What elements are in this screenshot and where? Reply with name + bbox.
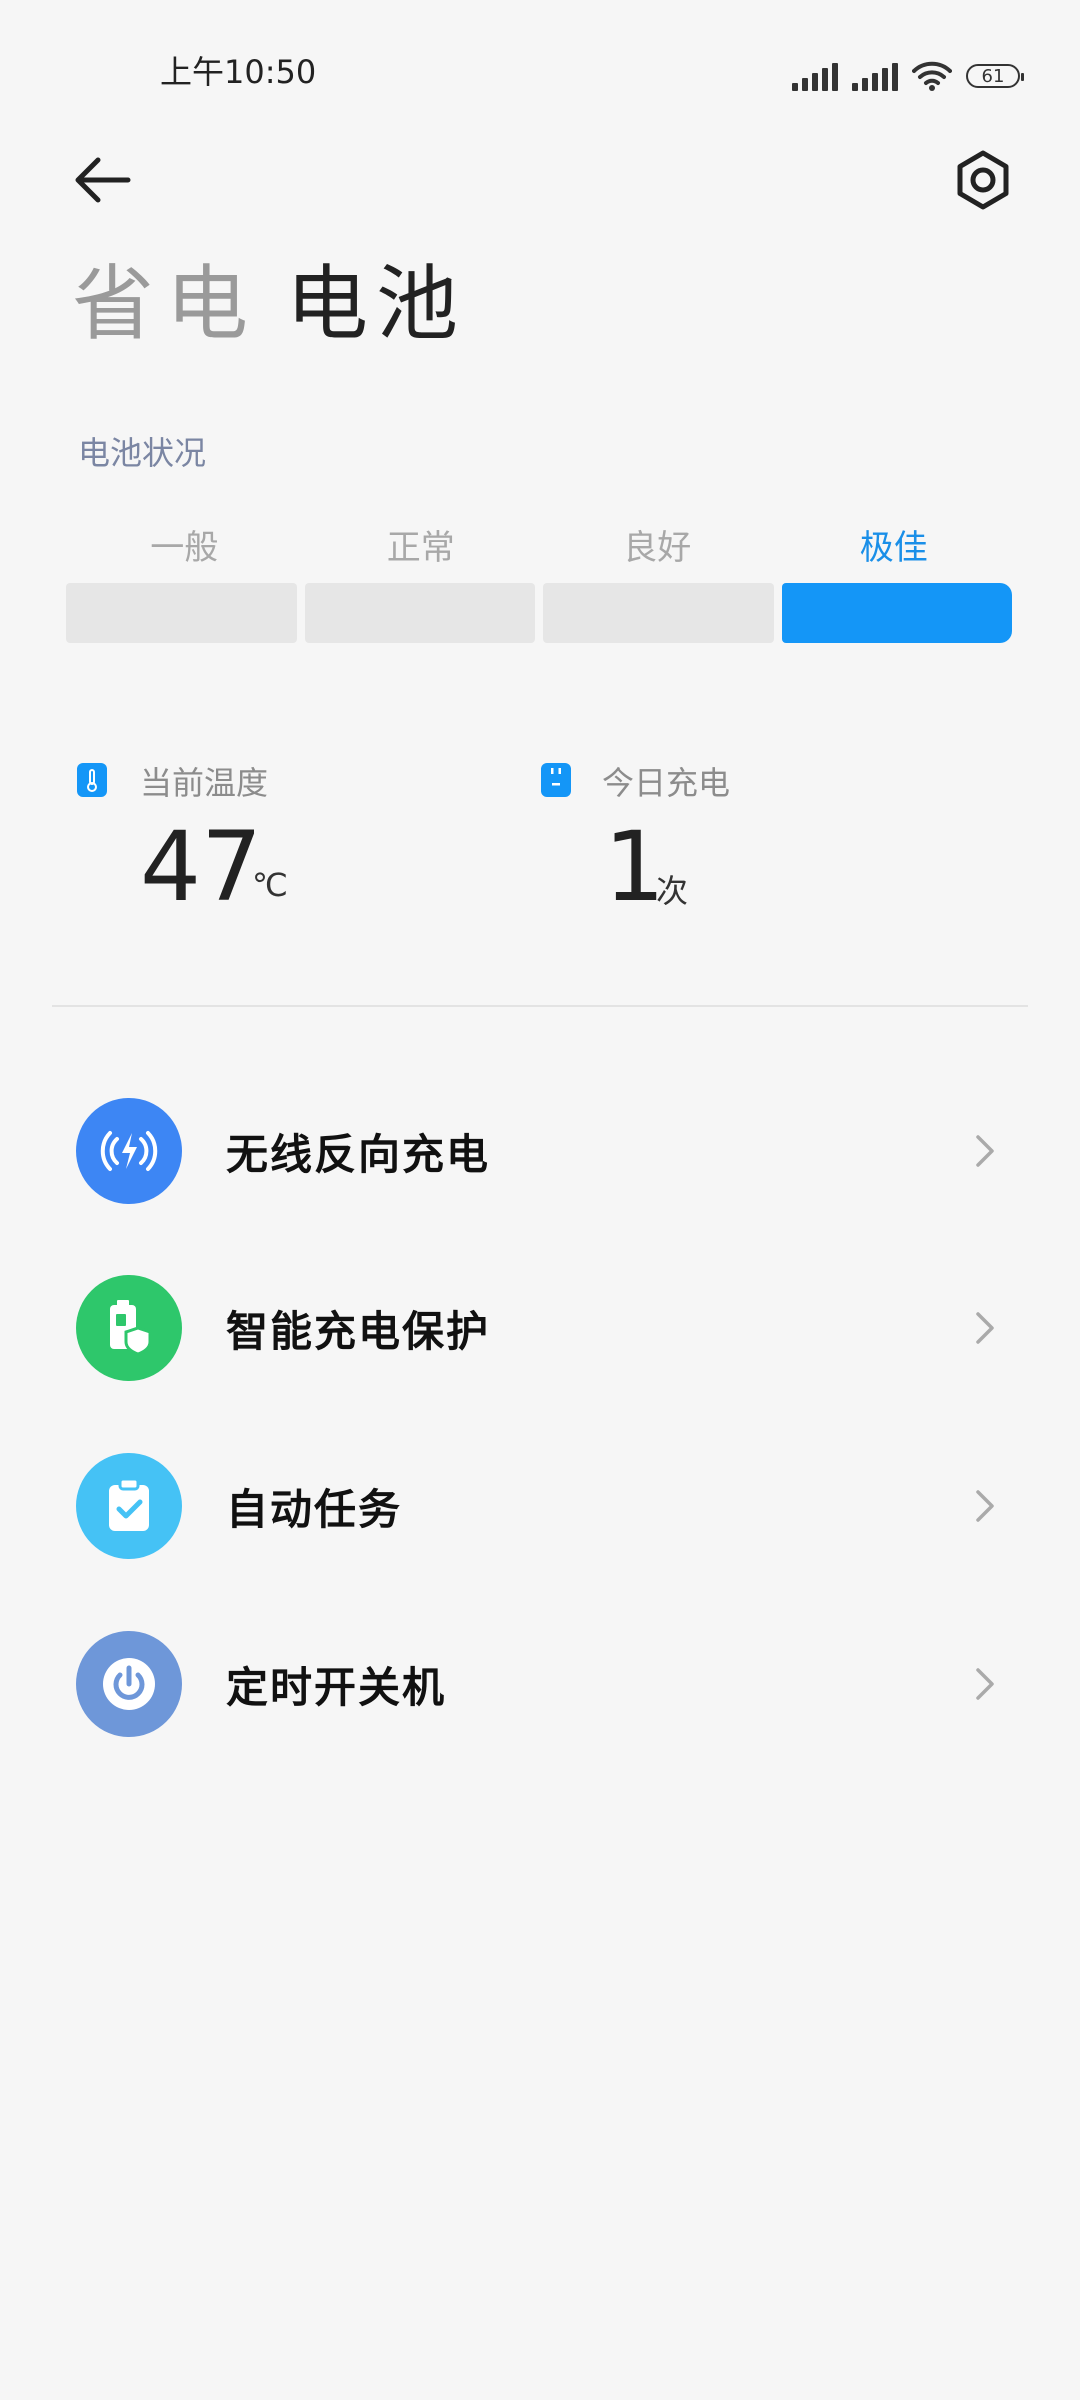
menu-item-label: 定时开关机 [226,1662,447,1712]
settings-button[interactable] [948,145,1018,215]
plug-icon [541,763,571,797]
chevron-right-icon [976,1668,994,1700]
gear-icon [957,150,1009,210]
signal-icon [792,61,838,91]
menu-item-label: 自动任务 [226,1484,403,1534]
health-segment [543,583,774,643]
health-level-label: 正常 [386,528,455,568]
power-icon [76,1631,182,1737]
health-segment [304,583,535,643]
health-level-label: 一般 [150,528,219,568]
charges-today-label: 今日充电 [602,764,731,802]
arrow-left-icon [75,157,131,203]
signal-icon [852,61,898,91]
tab-power-saving[interactable]: 省电 [72,255,260,355]
status-time: 上午10:50 [160,53,317,91]
health-segment [66,583,297,643]
menu-item-label: 智能充电保护 [226,1306,491,1356]
health-level-labels: 一般 正常 良好 极佳 [66,520,1012,569]
temperature-value: 47 [140,811,263,923]
health-level-label-active: 极佳 [859,528,928,568]
battery-level: 61 [981,65,1005,87]
chevron-right-icon [976,1312,994,1344]
menu-item-automatic-tasks[interactable]: 自动任务 [0,1431,1080,1581]
temperature-unit: ℃ [252,866,288,904]
divider [52,1005,1028,1007]
status-icons: 61 [792,56,1024,96]
menu-item-wireless-reverse-charging[interactable]: 无线反向充电 [0,1076,1080,1226]
battery-health-label: 电池状况 [78,434,207,472]
tab-battery[interactable]: 电池 [286,255,466,355]
menu-item-smart-charging-protection[interactable]: 智能充电保护 [0,1253,1080,1403]
back-button[interactable] [70,150,140,210]
battery-icon: 61 [966,64,1024,88]
temperature-label: 当前温度 [140,764,269,802]
battery-shield-icon [76,1275,182,1381]
wifi-icon [912,61,952,91]
health-level-label: 良好 [623,528,692,568]
menu-item-label: 无线反向充电 [226,1129,491,1179]
charges-today-unit: 次 [656,872,689,910]
battery-health-bar [66,583,1012,643]
chevron-right-icon [976,1135,994,1167]
health-segment-active [781,583,1012,643]
thermometer-icon [77,763,107,797]
clipboard-check-icon [76,1453,182,1559]
menu-item-scheduled-power[interactable]: 定时开关机 [0,1609,1080,1759]
wireless-charge-icon [76,1098,182,1204]
chevron-right-icon [976,1490,994,1522]
